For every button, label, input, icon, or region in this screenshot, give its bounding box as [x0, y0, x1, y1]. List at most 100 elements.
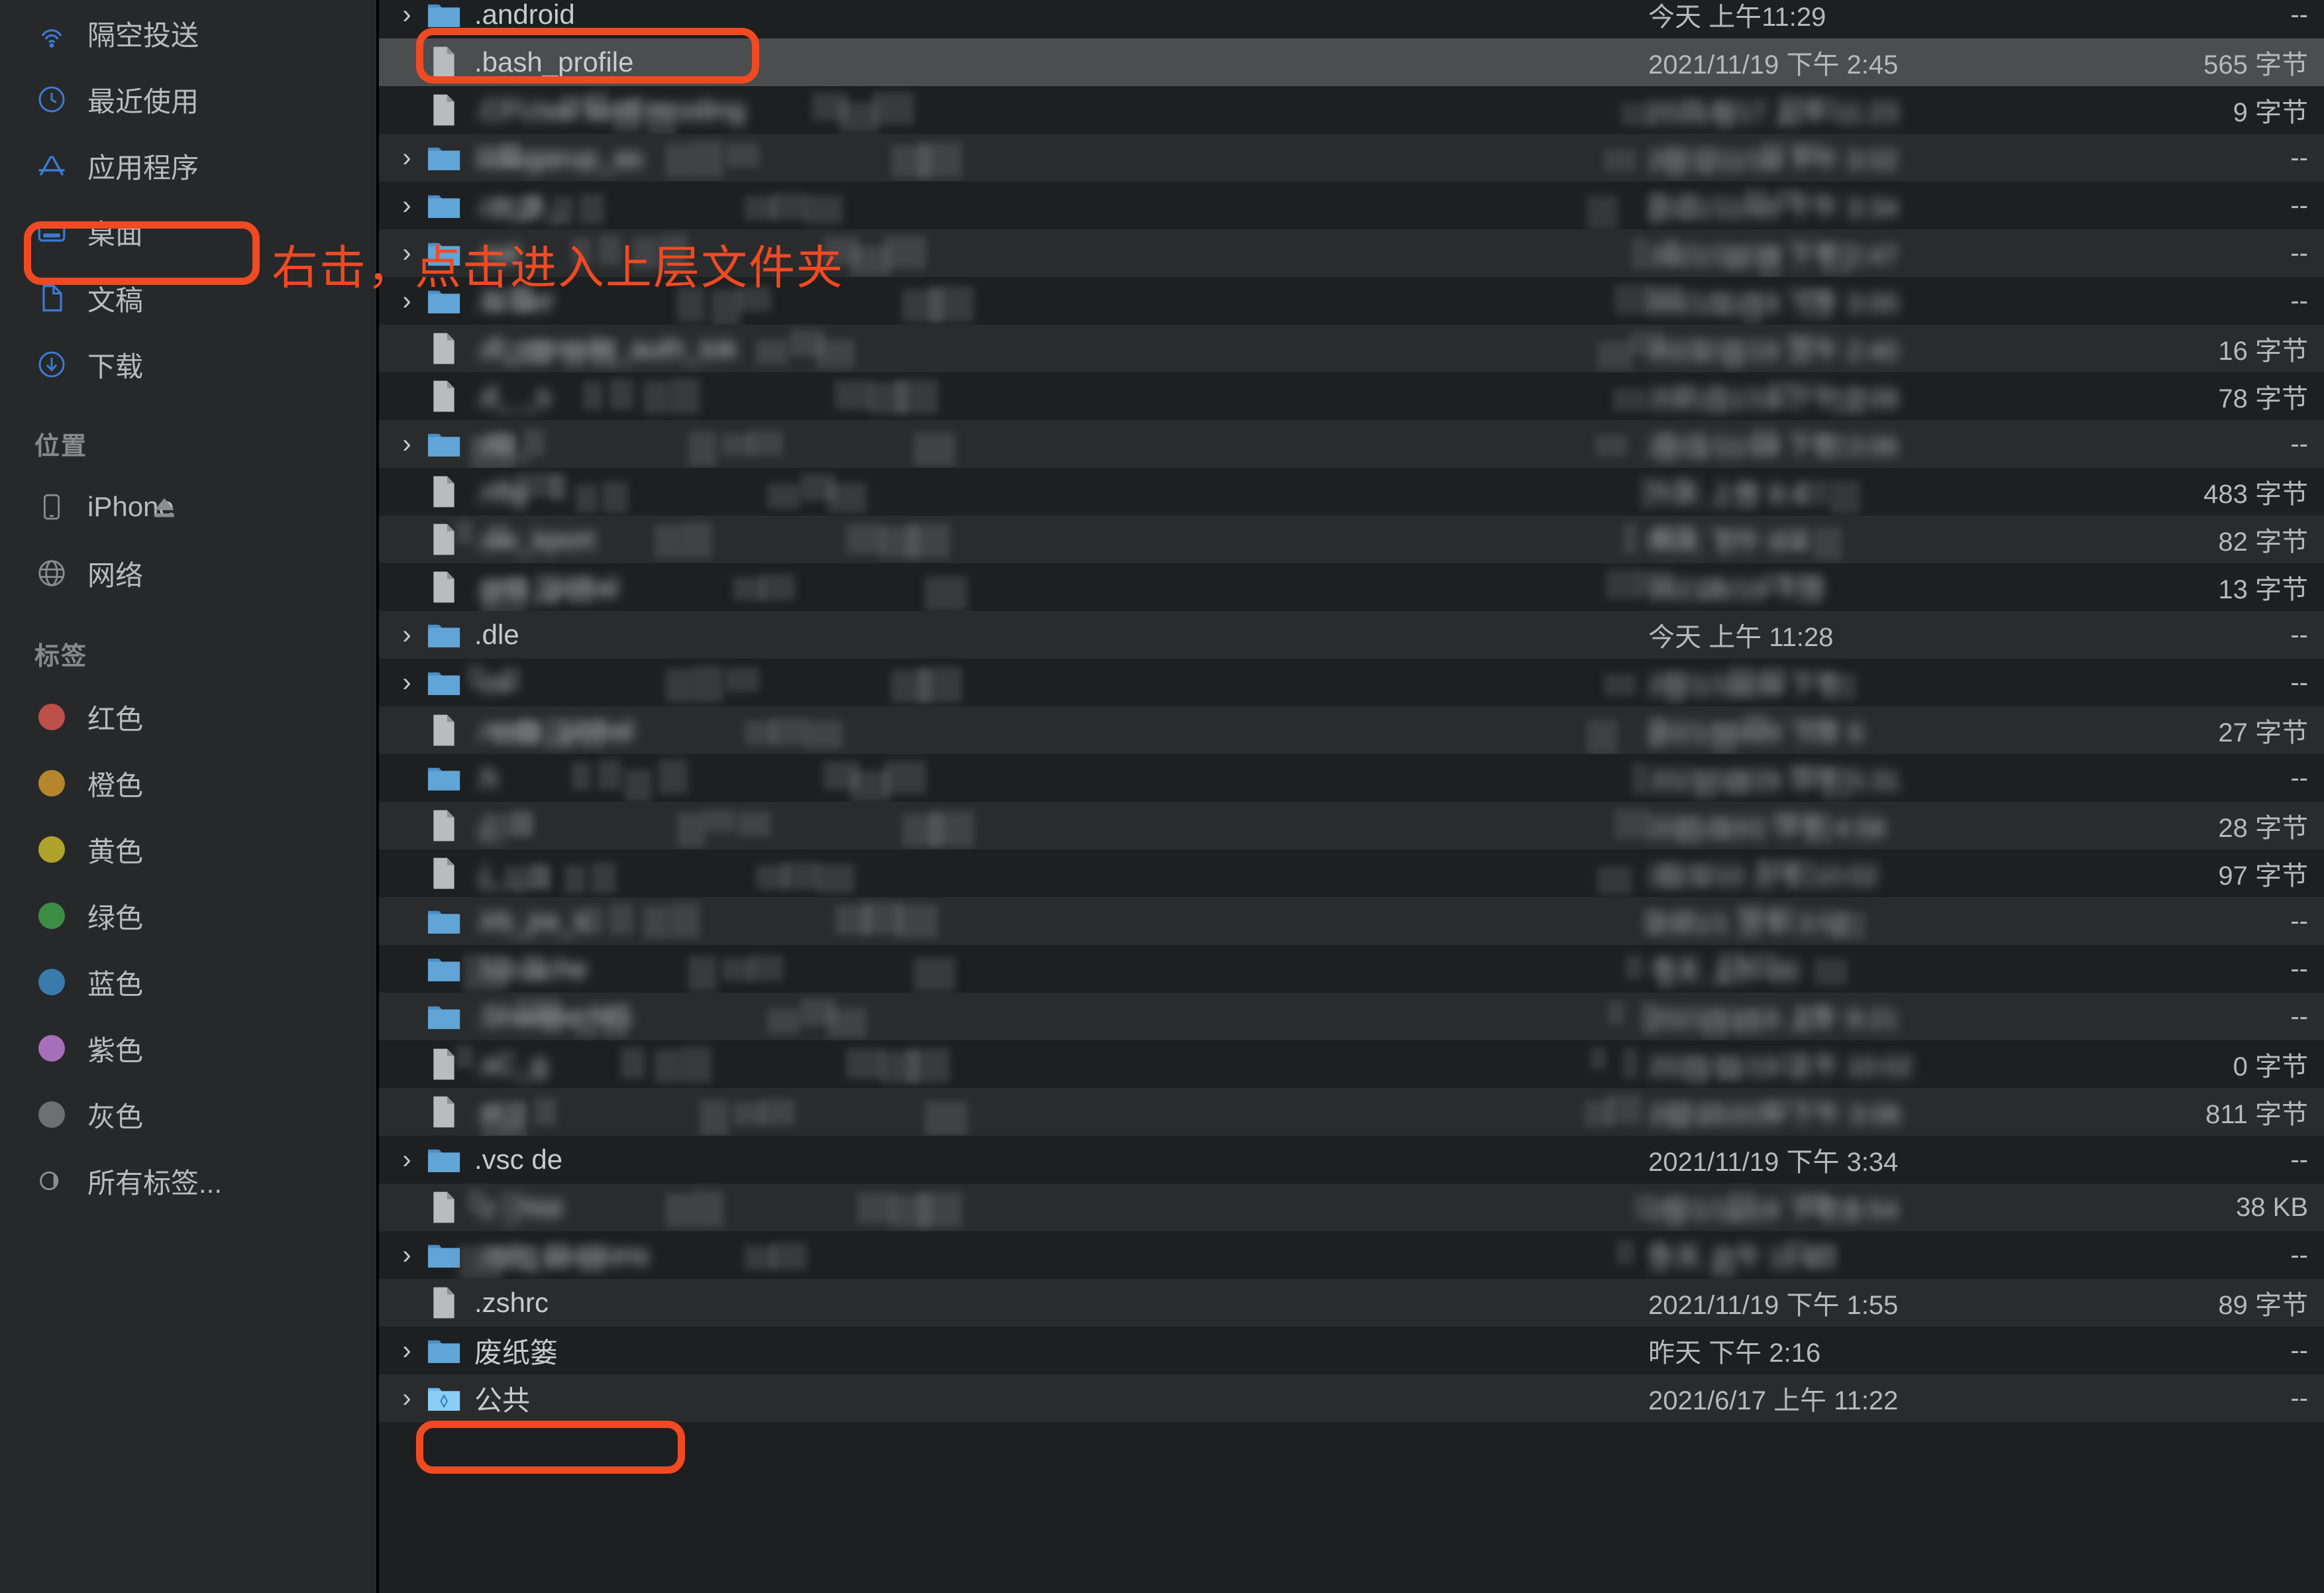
disclosure-triangle-icon[interactable]: › [388, 192, 425, 219]
file-name: .cougarup_as [474, 142, 643, 173]
table-row[interactable]: ›.dl_console_auth_tok2021/11/19 下午 2:401… [376, 325, 2324, 372]
table-row[interactable]: ›.j_2021/10/2 下午 4:5828 字节 [376, 802, 2324, 850]
file-date-modified: 今天 上午11:29 [1648, 3, 1826, 32]
file-size: -- [2290, 286, 2308, 315]
file-date-modified: 2021/6/17 上午 11:22 [1648, 1386, 1899, 1415]
file-icon [425, 1094, 461, 1130]
sidebar-item-tag-green[interactable]: 绿色 [0, 883, 376, 949]
sidebar-item-tag-orange[interactable]: 橙色 [0, 750, 376, 816]
sidebar-item-applications[interactable]: 应用程序 [0, 133, 376, 199]
file-name: .dl_console_auth_tok [474, 333, 737, 364]
tag-dot-icon [34, 965, 69, 999]
file-date-modified: 2021/11/19 上午 10:02 [1648, 1052, 1913, 1081]
disclosure-triangle-icon[interactable]: › [388, 1146, 425, 1173]
disclosure-triangle-icon[interactable]: › [388, 1337, 425, 1364]
airdrop-icon [34, 16, 69, 50]
folder-icon [425, 140, 461, 176]
table-row[interactable]: ›.d_ _s2021/11/19 下午 2:0978 字节 [376, 372, 2324, 420]
sidebar-item-label: 红色 [87, 703, 144, 735]
file-name: .vsc de [474, 1144, 563, 1175]
file-size: 483 字节 [2203, 480, 2308, 509]
disclosure-triangle-icon[interactable]: › [388, 144, 425, 171]
table-row[interactable]: › .cougarup_as 2021/11/19 下午 3:02 -- [376, 134, 2324, 182]
table-row[interactable]: ›.node_global2021/10/29 下午 627 字节 [376, 706, 2324, 754]
file-date-modified: 2021/6/19 下午 [1648, 575, 1827, 604]
file-date-modified: 2021/11/19 下午 3:34 [1648, 193, 1899, 223]
table-row[interactable]: › .dle 今天 上午 11:28 -- [376, 611, 2324, 659]
file-date-modified: 2021/1 下午 3:52 [1648, 909, 1849, 938]
table-row[interactable]: ›.vi_2021/10/29 下午 3:08811 字节 [376, 1088, 2324, 1136]
table-row[interactable]: ›.CFUserTextEncoding2021/6/17 上午 11:239 … [376, 86, 2324, 134]
file-icon [425, 712, 461, 748]
sidebar-item-tag-purple[interactable]: 紫色 [0, 1015, 376, 1081]
sidebar-item-airdrop[interactable]: 隔空投送 [0, 0, 376, 66]
sidebar-group-locations: 位置 [34, 433, 88, 461]
file-size: -- [2290, 620, 2308, 649]
sidebar-group-tags: 标签 [34, 643, 88, 671]
table-row[interactable]: ›.sC_g2021/11/19 上午 10:020 字节 [376, 1040, 2324, 1088]
file-size: -- [2290, 954, 2308, 983]
disclosure-triangle-icon[interactable]: › [388, 1242, 425, 1268]
folder-icon [425, 665, 461, 700]
table-row[interactable]: ›.nfig今天 上午 8:4483 字节 [376, 468, 2324, 516]
file-size: 16 字节 [2218, 337, 2308, 366]
table-row[interactable]: › 公共 2021/6/17 上午 11:22 -- [376, 1374, 2324, 1422]
file-size: 0 字节 [2233, 1052, 2308, 1081]
clock-icon [34, 82, 69, 117]
disclosure-triangle-icon[interactable]: › [388, 431, 425, 457]
file-name: .lrb_jre_k [474, 905, 589, 936]
table-row[interactable]: › .zsh_sessions 今天 上午 11:47 -- [376, 1231, 2324, 1279]
table-row[interactable]: ›.ow_kport昨天 下午 8:482 字节 [376, 516, 2324, 563]
file-size: 82 字节 [2218, 527, 2308, 557]
table-row[interactable]: ›.Shadow NG2021/11/19 上午 9:21-- [376, 993, 2324, 1040]
table-row[interactable]: ›.gno_global2021/6/19 下午13 字节 [376, 563, 2324, 611]
table-row[interactable]: ›.lu-cache今天 上午 00-- [376, 945, 2324, 993]
file-name: .d_ _s [474, 380, 551, 412]
sidebar-item-downloads[interactable]: 下载 [0, 331, 376, 398]
file-icon [425, 44, 461, 80]
table-row[interactable]: › .android 今天 上午11:29 -- [376, 0, 2324, 38]
disclosure-triangle-icon[interactable]: › [388, 1385, 425, 1411]
sidebar-item-tag-gray[interactable]: 灰色 [0, 1081, 376, 1148]
sidebar-item-network[interactable]: 网络 [0, 540, 376, 606]
file-date-modified: 2021/6/17 上午 11:23 [1648, 98, 1899, 127]
disclosure-triangle-icon[interactable]: › [388, 1, 425, 28]
table-row[interactable]: › .cn_A_ 2021/11/19 下午 3:34 -- [376, 182, 2324, 229]
file-name: .CFUserTextEncoding [474, 94, 745, 125]
eject-icon[interactable] [151, 495, 178, 519]
sidebar-item-label: 所有标签... [87, 1167, 223, 1199]
file-name: .cn_A_ [474, 190, 561, 221]
table-row[interactable]: › .ov 2021/10/29 下午 -- [376, 659, 2324, 706]
table-row[interactable]: ›.h2021/10/29 下午 5:31-- [376, 754, 2324, 802]
table-row[interactable]: ›.lrb_jre_k2021/1 下午 3:52-- [376, 897, 2324, 945]
table-row[interactable]: ›.z _hist2021/11/19 下午 6:5438 KB [376, 1183, 2324, 1231]
disclosure-triangle-icon[interactable]: › [388, 669, 425, 696]
table-row[interactable]: › .vsc de 2021/11/19 下午 3:34 -- [376, 1136, 2324, 1183]
disclosure-triangle-icon[interactable]: › [388, 622, 425, 648]
file-size: -- [2290, 142, 2308, 172]
sidebar-item-tag-red[interactable]: 红色 [0, 684, 376, 750]
table-row[interactable]: ›.bash_profile2021/11/19 下午 2:45565 字节 [376, 38, 2324, 86]
sidebar-item-all-tags[interactable]: 所有标签... [0, 1148, 376, 1214]
file-size: -- [2290, 1001, 2308, 1031]
sidebar-item-recents[interactable]: 最近使用 [0, 66, 376, 133]
sidebar-item-tag-blue[interactable]: 蓝色 [0, 949, 376, 1015]
sidebar-item-iphone[interactable]: iPhone [0, 474, 376, 540]
sidebar-item-tag-yellow[interactable]: 黄色 [0, 816, 376, 883]
table-row[interactable]: ›.zshrc2021/11/19 下午 1:5589 字节 [376, 1279, 2324, 1327]
file-icon [425, 331, 461, 366]
file-name: .zsh_sessions [474, 1239, 649, 1270]
file-date-modified: 2021/10/29 下午 6 [1648, 718, 1864, 747]
file-name: 废纸篓 [474, 1337, 558, 1368]
tag-dot-icon [34, 832, 69, 867]
table-row[interactable]: ›.j_ _2021/10 上午 10:0297 字节 [376, 850, 2324, 897]
file-name: .ov [474, 667, 512, 698]
folder-icon [425, 1142, 461, 1178]
sidebar-item-label: 紫色 [87, 1034, 144, 1066]
table-row[interactable]: › .do_ 2021/11/19 下午 3:06 -- [376, 420, 2324, 468]
folder-icon [425, 1237, 461, 1273]
file-name: .vi_ [474, 1096, 518, 1127]
table-row[interactable]: › 废纸篓 昨天 下午 2:16 -- [376, 1327, 2324, 1374]
file-date-modified: 2021/11/19 下午 6:54 [1648, 1195, 1899, 1225]
file-size: -- [2290, 906, 2308, 936]
